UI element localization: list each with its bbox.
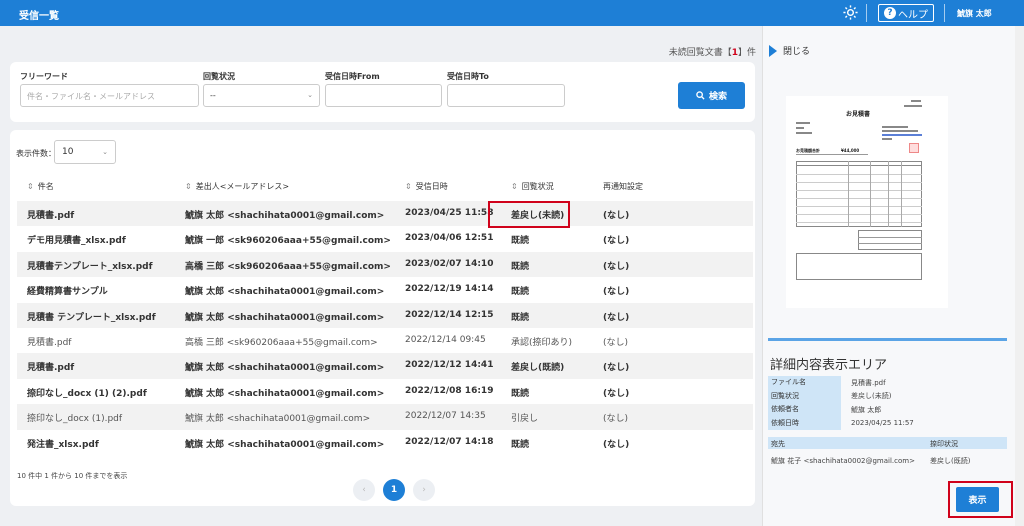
- table-row[interactable]: 見積書.pdf 高橋 三郎 <sk960206aaa+55@gmail.com> 2…: [17, 328, 753, 353]
- user-name[interactable]: 鯱旗 太郎: [957, 8, 992, 19]
- page-title: 受信一覧: [19, 11, 59, 22]
- keyword-label: フリーワード: [20, 72, 68, 81]
- divider: [768, 338, 1007, 341]
- triangle-right-icon: [769, 44, 777, 57]
- search-icon: [696, 91, 705, 100]
- to-label: 受信日時To: [447, 72, 489, 81]
- unread-count: 未読回覧文書【1】件: [668, 48, 756, 58]
- help-label: ヘルプ: [898, 9, 928, 21]
- detail-table: ファイル名 見積書.pdf 回覧状況 差戻し(未読) 依頼者名 鯱旗 太郎 依頼日時 2…: [768, 375, 1007, 431]
- col-date[interactable]: ⇕ 受信日時: [405, 181, 448, 192]
- help-button[interactable]: ? ヘルプ: [878, 4, 934, 22]
- pagination: ‹ 1 ›: [353, 479, 435, 501]
- prev-page-button[interactable]: ‹: [353, 479, 375, 501]
- from-date-input[interactable]: [325, 84, 442, 107]
- divider: [944, 4, 945, 22]
- stamp-image: [909, 143, 919, 153]
- to-date-input[interactable]: [447, 84, 565, 107]
- next-page-button[interactable]: ›: [413, 479, 435, 501]
- sort-icon: ⇕: [27, 182, 34, 191]
- status-select[interactable]: -- ⌄: [203, 84, 320, 107]
- table-row[interactable]: 経費精算書サンプル 鯱旗 太郎 <shachihata0001@gmail.com…: [17, 277, 753, 302]
- help-icon: ?: [884, 7, 896, 19]
- table-row[interactable]: 捺印なし_docx (1).pdf 鯱旗 太郎 <shachihata0001@g…: [17, 404, 753, 430]
- record-count: 10 件中 1 件から 10 件までを表示: [17, 472, 128, 480]
- destination-row: 鯱旗 花子 <shachihata0002@gmail.com> 差戻し(既読): [771, 457, 971, 465]
- detail-row: 依頼者名 鯱旗 太郎: [768, 402, 1007, 417]
- detail-panel: 閉じる お見積書 お見積額合計 ¥44,000 詳細内容表示エリア ファイル名 …: [762, 26, 1024, 526]
- table-row[interactable]: 見積書 テンプレート_xlsx.pdf 鯱旗 太郎 <shachihata0001…: [17, 302, 753, 328]
- page-size-select[interactable]: 10 ⌄: [54, 140, 116, 164]
- detail-row: 依頼日時 2023/04/25 11:57: [768, 416, 1007, 431]
- table-header: ⇕ 件名 ⇕ 差出人<メールアドレス> ⇕ 受信日時 ⇕ 回覧状況 再通知設定: [17, 175, 753, 197]
- col-subject[interactable]: ⇕ 件名: [27, 181, 54, 192]
- status-label: 回覧状況: [203, 72, 235, 81]
- top-bar: 受信一覧 ? ヘルプ 鯱旗 太郎: [0, 0, 1024, 26]
- table-body: 見積書.pdf 鯱旗 太郎 <shachihata0001@gmail.com> 2…: [17, 201, 753, 455]
- table-row[interactable]: 見積書.pdf 鯱旗 太郎 <shachihata0001@gmail.com> 2…: [17, 353, 753, 379]
- table-row[interactable]: 見積書テンプレート_xlsx.pdf 高橋 三郎 <sk960206aaa+55@…: [17, 251, 753, 278]
- table-row[interactable]: 発注書_xlsx.pdf 鯱旗 太郎 <shachihata0001@gmail.…: [17, 430, 753, 455]
- table-panel: 表示件数： 10 ⌄ ⇕ 件名 ⇕ 差出人<メールアドレス> ⇕ 受信日時 ⇕ 回覧状況 …: [10, 130, 755, 506]
- chevron-down-icon: ⌄: [102, 148, 108, 156]
- chevron-down-icon: ⌄: [307, 91, 313, 99]
- search-panel: フリーワード 件名・ファイル名・メールアドレス 回覧状況 -- ⌄ 受信日時Fro…: [10, 62, 755, 122]
- table-row[interactable]: デモ用見積書_xlsx.pdf 鯱旗 一郎 <sk960206aaa+55@gma…: [17, 226, 753, 251]
- preview-total-value: ¥44,000: [841, 148, 860, 153]
- highlight-show-button: [948, 481, 1013, 518]
- keyword-input[interactable]: 件名・ファイル名・メールアドレス: [20, 84, 199, 107]
- detail-row: 回覧状況 差戻し(未読): [768, 389, 1007, 404]
- from-label: 受信日時From: [325, 72, 380, 81]
- sort-icon: ⇕: [405, 182, 412, 191]
- preview-title: お見積書: [846, 111, 871, 118]
- highlight-status: [488, 201, 570, 228]
- divider: [866, 4, 867, 22]
- search-button[interactable]: 検索: [678, 82, 745, 109]
- detail-title: 詳細内容表示エリア: [770, 358, 888, 373]
- scrollbar[interactable]: [1015, 26, 1024, 526]
- document-preview[interactable]: お見積書 お見積額合計 ¥44,000: [786, 96, 948, 308]
- page-1-button[interactable]: 1: [383, 479, 405, 501]
- col-sender[interactable]: ⇕ 差出人<メールアドレス>: [185, 181, 289, 192]
- col-renotify: 再通知設定: [603, 182, 643, 191]
- gear-icon[interactable]: [842, 4, 859, 21]
- destination-header: 宛先 捺印状況: [768, 437, 1007, 449]
- table-row[interactable]: 捺印なし_docx (1) (2).pdf 鯱旗 太郎 <shachihata00…: [17, 379, 753, 404]
- close-panel-button[interactable]: 閉じる: [769, 44, 810, 57]
- detail-row: ファイル名 見積書.pdf: [768, 375, 1007, 390]
- table-row[interactable]: 見積書.pdf 鯱旗 太郎 <shachihata0001@gmail.com> 2…: [17, 201, 753, 227]
- col-status[interactable]: ⇕ 回覧状況: [511, 181, 554, 192]
- sort-icon: ⇕: [511, 182, 518, 191]
- page-size-label: 表示件数：: [16, 149, 56, 158]
- sort-icon: ⇕: [185, 182, 192, 191]
